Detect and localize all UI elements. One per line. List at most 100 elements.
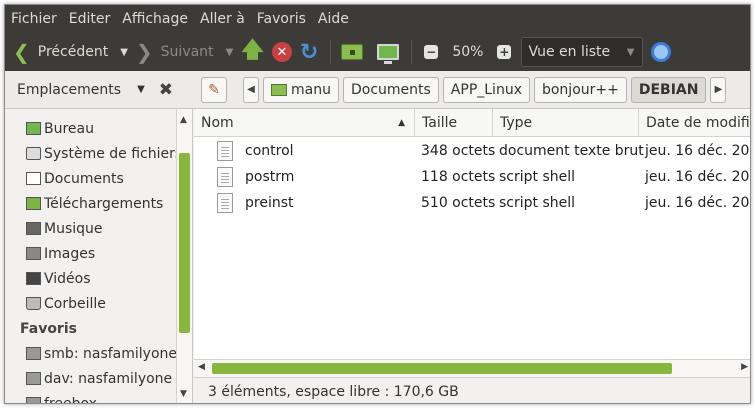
scroll-up-icon[interactable]: ▲ — [180, 115, 187, 125]
downloads-icon — [26, 197, 41, 210]
cell-size: 510 octets — [421, 195, 496, 211]
view-mode-select[interactable]: Vue en liste ▼ — [521, 37, 644, 67]
pencil-icon: ✎ — [208, 81, 220, 98]
cell-size: 118 octets — [421, 169, 496, 185]
sidebar: Bureau Système de fichiers Documents Tél… — [5, 109, 193, 404]
sidebar-scroll-thumb[interactable] — [179, 153, 190, 333]
zoom-in-button[interactable]: + — [497, 37, 512, 67]
sidebar-item-telechargements[interactable]: Téléchargements — [5, 191, 176, 216]
table-row[interactable]: postrm 118 octets script shell jeu. 16 d… — [194, 164, 750, 190]
back-label: Précédent — [37, 44, 109, 60]
cell-size: 348 octets — [421, 143, 496, 159]
sidebar-item-documents[interactable]: Documents — [5, 166, 176, 191]
menu-fichier[interactable]: Fichier — [11, 11, 57, 27]
scroll-right-icon[interactable]: ▶ — [741, 362, 748, 372]
menubar: Fichier Editer Affichage Aller à Favoris… — [5, 5, 750, 33]
home-folder-icon — [341, 44, 364, 60]
breadcrumb-manu[interactable]: manu — [263, 76, 339, 103]
table-row[interactable]: preinst 510 octets script shell jeu. 16 … — [194, 190, 750, 216]
sidebar-item-dav-nasfamilyone[interactable]: dav: nasfamilyone — [5, 366, 176, 391]
home-folder-icon — [271, 83, 287, 96]
toolbar-separator — [330, 40, 332, 64]
desktop-icon — [26, 122, 41, 135]
menu-aide[interactable]: Aide — [318, 11, 349, 27]
menu-favoris[interactable]: Favoris — [257, 11, 306, 27]
column-header-taille[interactable]: Taille — [415, 109, 493, 137]
cell-type: script shell — [499, 195, 576, 211]
sidebar-item-label: Documents — [44, 170, 124, 187]
favorites-header: Favoris — [20, 320, 77, 337]
sidebar-item-label: Bureau — [44, 120, 94, 137]
sidebar-item-systeme-de-fichiers[interactable]: Système de fichiers — [5, 141, 182, 166]
breadcrumb-app-linux[interactable]: APP_Linux — [442, 76, 530, 103]
breadcrumb-bonjour[interactable]: bonjour++ — [533, 76, 627, 103]
parent-folder-button[interactable]: 🡅 — [241, 37, 264, 67]
sidebar-item-smb-nasfamilyone[interactable]: smb: nasfamilyone — [5, 341, 177, 366]
edit-location-button[interactable]: ✎ — [201, 76, 227, 103]
cell-date: jeu. 16 déc. 2021 — [645, 169, 750, 185]
file-name: postrm — [245, 169, 295, 185]
file-list: Nom ▲ Taille Type Date de modification c… — [194, 109, 750, 379]
forward-label: Suivant — [160, 44, 214, 60]
scroll-down-icon[interactable]: ▼ — [180, 389, 187, 399]
menu-aller-a[interactable]: Aller à — [200, 11, 245, 27]
column-header-date[interactable]: Date de modification — [639, 109, 750, 137]
network-share-icon — [26, 347, 41, 360]
places-label: Emplacements — [17, 81, 122, 98]
column-headers: Nom ▲ Taille Type Date de modification — [194, 109, 750, 137]
script-file-icon — [217, 167, 233, 187]
back-button[interactable]: ❮ Précédent ▼ — [13, 37, 128, 67]
breadcrumb-scroll-left[interactable]: ◀ — [243, 76, 259, 103]
sidebar-item-corbeille[interactable]: Corbeille — [5, 291, 176, 316]
music-icon — [26, 222, 41, 235]
column-header-nom[interactable]: Nom ▲ — [194, 109, 415, 137]
sidebar-item-label: Vidéos — [44, 270, 91, 287]
sidebar-item-bureau[interactable]: Bureau — [5, 116, 176, 141]
sidebar-item-label: freebox — [44, 395, 97, 404]
close-sidebar-icon[interactable]: ✖ — [159, 80, 173, 100]
computer-button[interactable] — [377, 37, 400, 67]
table-row[interactable]: control 348 octets document texte brut j… — [194, 138, 750, 164]
stop-button[interactable]: ✕ — [271, 37, 292, 67]
sidebar-scrollbar[interactable]: ▲ ▼ — [176, 109, 192, 403]
breadcrumb-documents[interactable]: Documents — [342, 76, 439, 103]
breadcrumb-scroll-right[interactable]: ▶ — [710, 76, 727, 103]
places-dropdown-icon[interactable]: ▼ — [137, 84, 145, 95]
search-icon[interactable] — [651, 42, 672, 62]
breadcrumb-debian[interactable]: DEBIAN — [630, 76, 707, 103]
sidebar-item-images[interactable]: Images — [5, 241, 176, 266]
documents-icon — [26, 172, 41, 185]
back-dropdown-icon[interactable]: ▼ — [120, 47, 128, 58]
breadcrumb-label: manu — [291, 81, 331, 98]
file-manager-window: Fichier Editer Affichage Aller à Favoris… — [4, 4, 751, 404]
toolbar: ❮ Précédent ▼ ❯ Suivant ▼ 🡅 ✕ ↻ − 50% + … — [5, 33, 750, 71]
home-button[interactable] — [341, 37, 364, 67]
zoom-out-button[interactable]: − — [424, 37, 439, 67]
sidebar-item-videos[interactable]: Vidéos — [5, 266, 176, 291]
text-file-icon — [217, 141, 233, 161]
forward-dropdown-icon[interactable]: ▼ — [226, 47, 234, 58]
computer-icon — [377, 44, 400, 64]
cell-name: postrm — [194, 167, 415, 187]
reload-button[interactable]: ↻ — [300, 37, 318, 67]
cell-type: script shell — [499, 169, 576, 185]
column-header-type[interactable]: Type — [493, 109, 639, 137]
sidebar-item-freebox[interactable]: freebox — [5, 391, 176, 404]
sidebar-item-label: Musique — [44, 220, 103, 237]
scroll-left-icon[interactable]: ◀ — [198, 362, 205, 372]
sidebar-item-label: Images — [44, 245, 96, 262]
status-text: 3 éléments, espace libre : 170,6 GB — [208, 383, 459, 400]
images-icon — [26, 247, 41, 260]
horizontal-scrollbar[interactable]: ◀ ▶ — [194, 359, 750, 377]
horizontal-scroll-thumb[interactable] — [212, 363, 672, 374]
location-bar: Emplacements ▼ ✖ ✎ ◀ manu Documents APP_… — [5, 71, 750, 109]
menu-affichage[interactable]: Affichage — [122, 11, 188, 27]
cell-type: document texte brut — [499, 143, 644, 159]
trash-icon — [26, 297, 41, 310]
menu-editer[interactable]: Editer — [69, 11, 110, 27]
videos-icon — [26, 272, 41, 285]
sidebar-item-musique[interactable]: Musique — [5, 216, 176, 241]
forward-button[interactable]: ❯ Suivant ▼ — [136, 37, 233, 67]
minus-icon: − — [424, 45, 439, 59]
reload-icon: ↻ — [299, 39, 319, 65]
